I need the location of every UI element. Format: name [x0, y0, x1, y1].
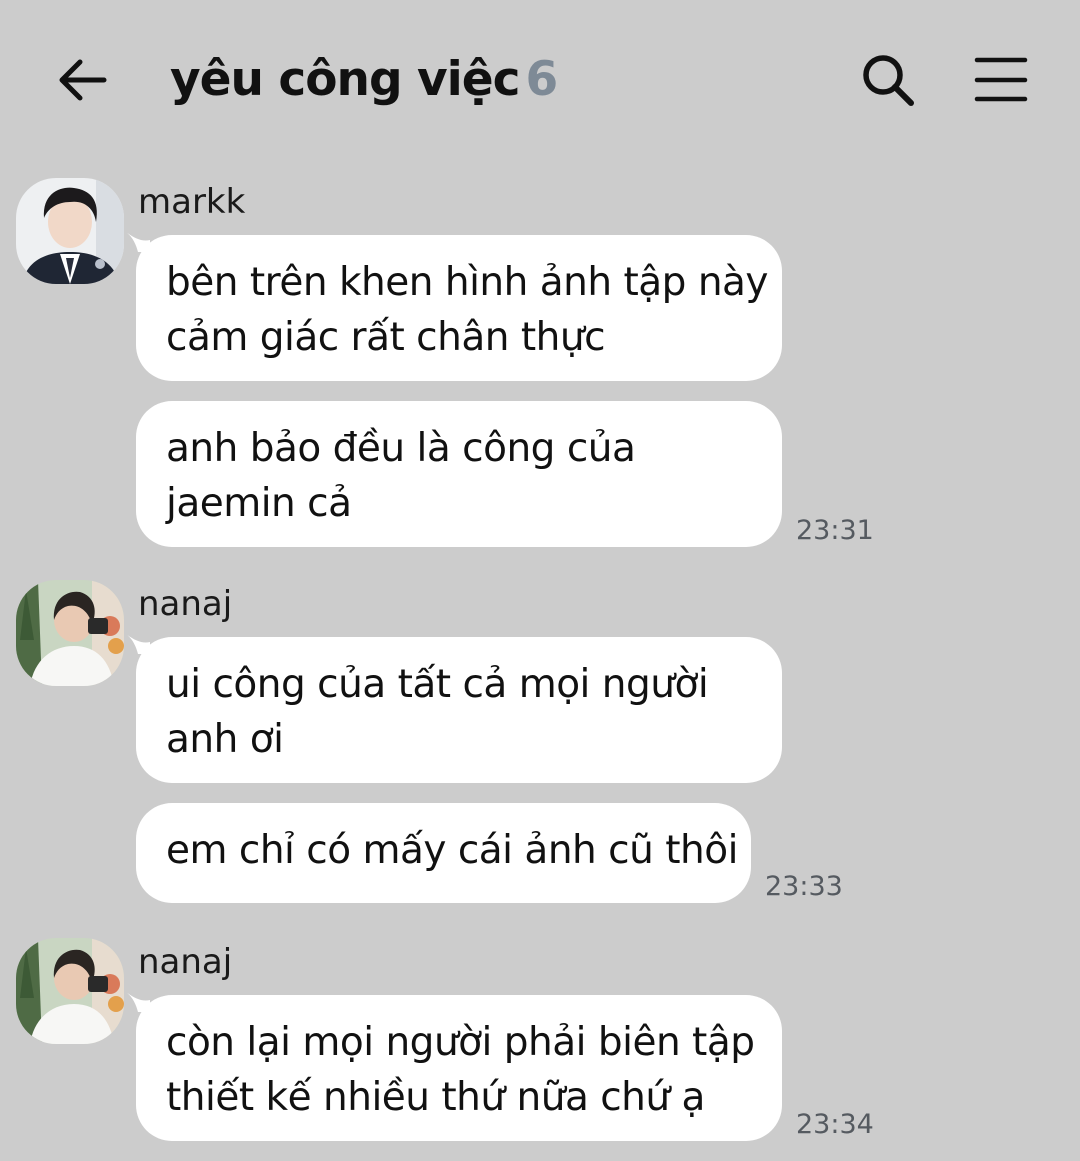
message-line: jaemin cả [166, 481, 352, 526]
message-timestamp: 23:34 [796, 1109, 874, 1140]
avatar-nanaj[interactable] [16, 580, 124, 686]
back-button[interactable] [52, 50, 112, 110]
sender-name: nanaj [138, 942, 233, 982]
message-timestamp: 23:33 [765, 871, 843, 902]
hamburger-menu-icon [974, 57, 1028, 102]
avatar-markk-image [16, 178, 124, 284]
avatar-markk[interactable] [16, 178, 124, 284]
message-line: em chỉ có mấy cái ảnh cũ thôi [166, 828, 738, 873]
message-line: cảm giác rất chân thực [166, 315, 606, 360]
member-count: 6 [525, 52, 558, 107]
message-line: còn lại mọi người phải biên tập [166, 1020, 755, 1065]
chat-header: yêu công việc 6 [0, 0, 1080, 160]
message-timestamp: 23:31 [796, 515, 874, 546]
arrow-left-icon [59, 59, 107, 101]
message-line: anh ơi [166, 717, 284, 762]
message-line: ui công của tất cả mọi người [166, 662, 709, 707]
message-line: anh bảo đều là công của [166, 426, 636, 471]
avatar-nanaj-image [16, 938, 124, 1044]
sender-name: nanaj [138, 584, 233, 624]
message-bubble[interactable]: anh bảo đều là công của jaemin cả [136, 401, 782, 547]
message-line: bên trên khen hình ảnh tập này [166, 260, 769, 305]
search-button[interactable] [858, 50, 918, 110]
avatar-nanaj[interactable] [16, 938, 124, 1044]
avatar-nanaj-image [16, 580, 124, 686]
chat-title-text: yêu công việc [170, 52, 520, 107]
message-bubble[interactable]: ui công của tất cả mọi người anh ơi [136, 637, 782, 783]
search-icon [863, 55, 914, 106]
chat-title: yêu công việc 6 [170, 48, 558, 112]
message-bubble[interactable]: còn lại mọi người phải biên tập thiết kế… [136, 995, 782, 1141]
message-bubble[interactable]: em chỉ có mấy cái ảnh cũ thôi [136, 803, 751, 903]
message-bubble[interactable]: bên trên khen hình ảnh tập này cảm giác … [136, 235, 782, 381]
message-line: thiết kế nhiều thứ nữa chứ ạ [166, 1075, 705, 1120]
sender-name: markk [138, 182, 246, 222]
menu-button[interactable] [970, 50, 1032, 110]
